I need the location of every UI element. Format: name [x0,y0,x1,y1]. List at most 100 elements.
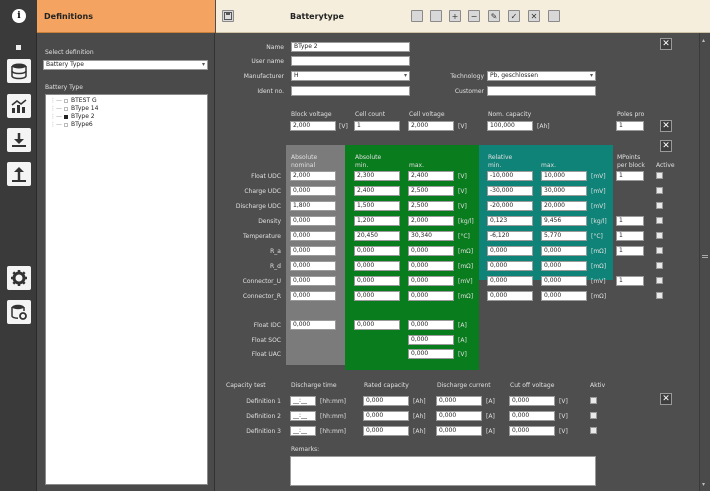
rel-max-field[interactable]: 0,000 [541,246,587,256]
rel-min-field[interactable]: -20,000 [487,201,533,211]
abs-max-field[interactable]: 2,400 [408,171,454,181]
customer-field[interactable] [487,86,596,96]
rel-max-field[interactable]: 5,770 [541,231,587,241]
rated-capacity-field[interactable]: 0,000 [363,411,409,421]
rel-min-field[interactable]: 0,123 [487,216,533,226]
abs-min-field[interactable]: 2,300 [354,171,400,181]
abs-min-field[interactable]: 0,000 [354,276,400,286]
scroll-grip-icon[interactable] [702,255,708,258]
rel-min-field[interactable]: -6,120 [487,231,533,241]
nominal-field[interactable]: 1,800 [290,201,336,211]
abs-max-field[interactable]: 0,000 [408,261,454,271]
nominal-field[interactable]: 0,000 [290,216,336,226]
active-checkbox[interactable] [590,397,597,404]
active-checkbox[interactable] [656,232,663,239]
rated-capacity-field[interactable]: 0,000 [363,426,409,436]
rel-max-field[interactable]: 20,000 [541,201,587,211]
close-capacity-button[interactable]: ✕ [660,393,672,405]
cutoff-voltage-field[interactable]: 0,000 [509,411,555,421]
abs-min-field[interactable]: 20,450 [354,231,400,241]
discharge-time-field[interactable]: __:__ [290,411,316,421]
abs-max-field[interactable]: 0,000 [408,276,454,286]
poles-field[interactable]: 1 [616,121,644,131]
nominal-field[interactable]: 0,000 [290,261,336,271]
username-field[interactable] [291,56,410,66]
export-icon[interactable] [548,10,560,22]
rel-min-field[interactable]: 0,000 [487,291,533,301]
discharge-time-field[interactable]: __:__ [290,396,316,406]
float-idc-min[interactable]: 0,000 [354,320,400,330]
mpoints-field[interactable]: 1 [616,216,644,226]
vertical-scrollbar[interactable]: ▴ ▾ [699,33,710,491]
mpoints-field[interactable]: 1 [616,276,644,286]
float-idc-nominal[interactable]: 0,000 [290,320,336,330]
abs-min-field[interactable]: 0,000 [354,246,400,256]
copy-icon[interactable] [430,10,442,22]
edit-icon[interactable]: ✎ [488,10,500,22]
nominal-field[interactable]: 0,000 [290,291,336,301]
save-icon[interactable] [222,10,234,22]
active-checkbox[interactable] [656,262,663,269]
abs-max-field[interactable]: 2,000 [408,216,454,226]
tree-item-selected[interactable]: ⋮— BType 2 [50,113,95,120]
cutoff-voltage-field[interactable]: 0,000 [509,426,555,436]
block-voltage-field[interactable]: 2,000 [290,121,336,131]
active-checkbox[interactable] [656,277,663,284]
scroll-down-icon[interactable]: ▾ [702,481,705,488]
database-settings-icon[interactable] [7,300,31,324]
battery-type-tree[interactable]: ⋮— BTEST G ⋮— BType 14 ⋮— BType 2 ⋮— BType6 [45,94,208,485]
discharge-current-field[interactable]: 0,000 [436,426,482,436]
abs-min-field[interactable]: 1,200 [354,216,400,226]
close-section-button[interactable]: ✕ [660,38,672,50]
active-checkbox[interactable] [590,427,597,434]
rel-max-field[interactable]: 0,000 [541,261,587,271]
cell-voltage-field[interactable]: 2,000 [408,121,454,131]
chart-icon[interactable] [7,94,31,118]
active-checkbox[interactable] [656,172,663,179]
rel-min-field[interactable]: -10,000 [487,171,533,181]
remove-icon[interactable]: − [468,10,480,22]
rel-max-field[interactable]: 30,000 [541,186,587,196]
tree-item[interactable]: ⋮— BType6 [50,121,93,128]
abs-max-field[interactable]: 2,500 [408,186,454,196]
abs-max-field[interactable]: 30,340 [408,231,454,241]
nominal-field[interactable]: 0,000 [290,276,336,286]
download-icon[interactable] [7,128,31,152]
nominal-field[interactable]: 0,000 [290,246,336,256]
nominal-field[interactable]: 0,000 [290,186,336,196]
discharge-current-field[interactable]: 0,000 [436,396,482,406]
rel-min-field[interactable]: 0,000 [487,276,533,286]
scroll-up-icon[interactable]: ▴ [702,37,705,44]
upload-icon[interactable] [7,162,31,186]
active-checkbox[interactable] [656,247,663,254]
definition-select[interactable]: Battery Type [43,60,208,70]
mpoints-field[interactable]: 1 [616,231,644,241]
rel-min-field[interactable]: -30,000 [487,186,533,196]
rated-capacity-field[interactable]: 0,000 [363,396,409,406]
idno-field[interactable] [291,86,410,96]
mpoints-field[interactable]: 1 [616,171,644,181]
info-icon[interactable]: i [12,9,26,23]
active-checkbox[interactable] [656,202,663,209]
active-checkbox[interactable] [656,187,663,194]
tree-item[interactable]: ⋮— BTEST G [50,97,97,104]
mpoints-field[interactable]: 1 [616,246,644,256]
name-field[interactable]: BType 2 [291,42,410,52]
abs-max-field[interactable]: 0,000 [408,291,454,301]
remarks-field[interactable] [290,456,596,486]
rel-max-field[interactable]: 0,000 [541,291,587,301]
discharge-time-field[interactable]: __:__ [290,426,316,436]
close-icon[interactable]: ✕ [528,10,540,22]
nominal-field[interactable]: 2,000 [290,171,336,181]
discharge-current-field[interactable]: 0,000 [436,411,482,421]
nom-capacity-field[interactable]: 100,000 [487,121,533,131]
add-icon[interactable]: + [449,10,461,22]
rel-max-field[interactable]: 0,000 [541,276,587,286]
active-checkbox[interactable] [656,217,663,224]
tree-item[interactable]: ⋮— BType 14 [50,105,98,112]
abs-min-field[interactable]: 0,000 [354,261,400,271]
abs-min-field[interactable]: 1,500 [354,201,400,211]
cutoff-voltage-field[interactable]: 0,000 [509,396,555,406]
new-icon[interactable] [411,10,423,22]
nominal-field[interactable]: 0,000 [290,231,336,241]
